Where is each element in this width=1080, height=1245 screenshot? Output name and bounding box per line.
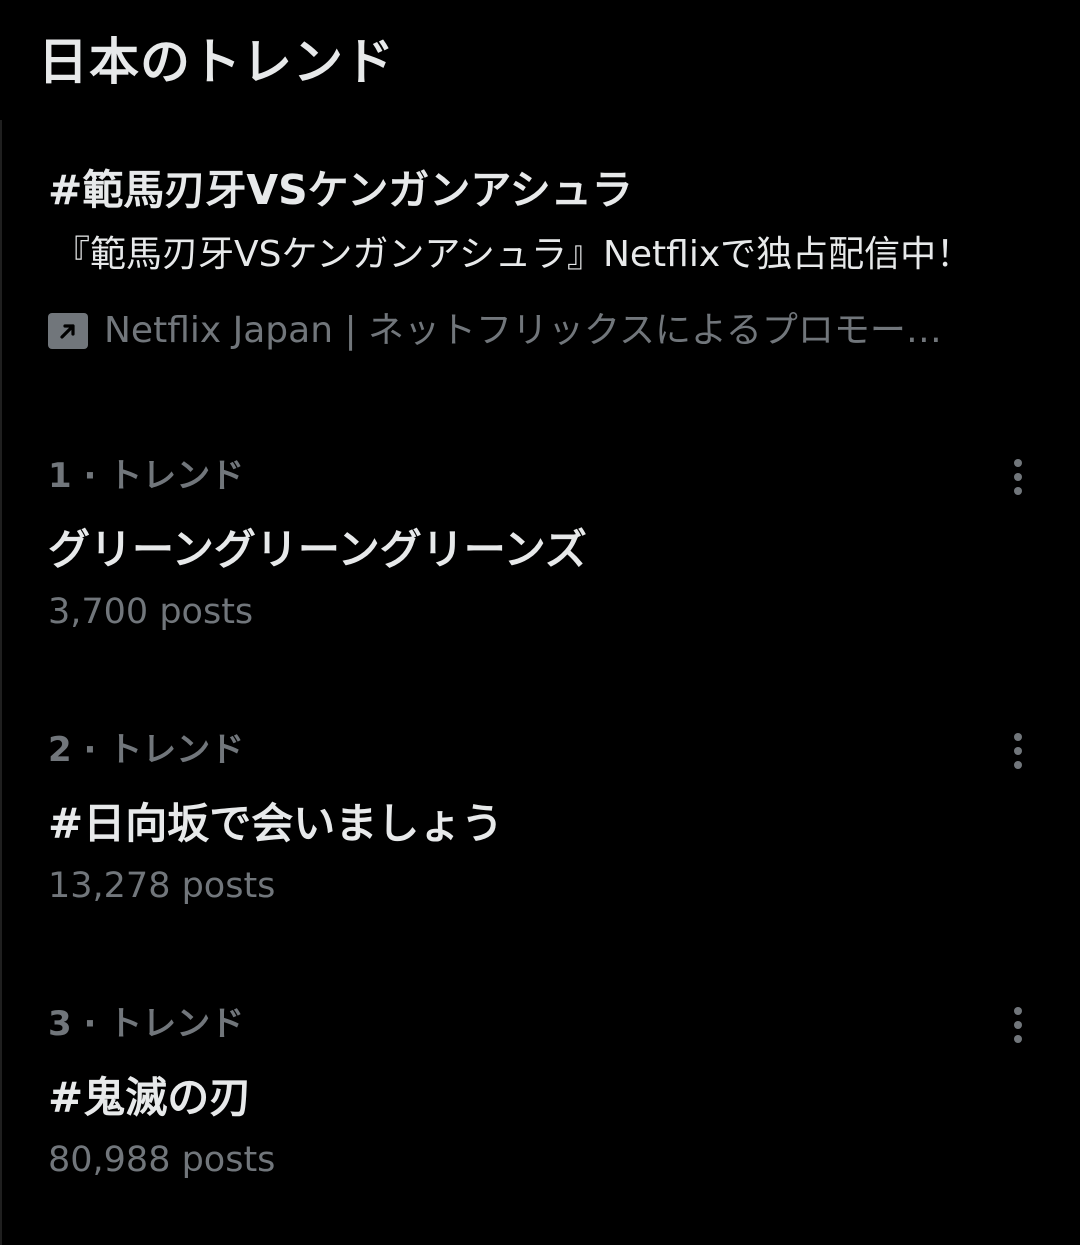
- more-options-button[interactable]: [996, 455, 1040, 499]
- more-vertical-icon: [1014, 733, 1022, 769]
- promoted-trend-title[interactable]: #範馬刃牙VSケンガンアシュラ: [48, 160, 1048, 220]
- trends-page: 日本のトレンド #範馬刃牙VSケンガンアシュラ 『範馬刃牙VSケンガンアシュラ』…: [0, 0, 1080, 1245]
- trend-post-count: 3,700 posts: [48, 592, 254, 632]
- more-options-button[interactable]: [996, 1003, 1040, 1047]
- promoted-by-line[interactable]: Netflix Japan | ネットフリックスによるプロモー…: [48, 306, 1018, 356]
- promoted-trend-description: 『範馬刃牙VSケンガンアシュラ』Netflixで独占配信中！: [54, 234, 973, 275]
- trend-post-count: 13,278 posts: [48, 866, 276, 906]
- trend-name[interactable]: グリーングリーングリーンズ: [48, 522, 1048, 578]
- trend-name[interactable]: #日向坂で会いましょう: [48, 796, 1048, 852]
- trend-name[interactable]: #鬼滅の刃: [48, 1070, 1048, 1126]
- trend-rank-label: 2 · トレンド: [48, 730, 245, 770]
- trend-post-count: 80,988 posts: [48, 1140, 276, 1180]
- trend-rank-label: 3 · トレンド: [48, 1004, 245, 1044]
- trend-item[interactable]: 2 · トレンド #日向坂で会いましょう 13,278 posts: [48, 726, 1048, 910]
- trend-item[interactable]: 1 · トレンド グリーングリーングリーンズ 3,700 posts: [48, 452, 1048, 636]
- more-vertical-icon: [1014, 459, 1022, 495]
- more-options-button[interactable]: [996, 729, 1040, 773]
- trend-item[interactable]: 3 · トレンド #鬼滅の刃 80,988 posts: [48, 1000, 1048, 1184]
- promoted-by-text: Netflix Japan | ネットフリックスによるプロモー…: [104, 310, 942, 351]
- panel-divider: [0, 120, 2, 1245]
- more-vertical-icon: [1014, 1007, 1022, 1043]
- page-title: 日本のトレンド: [38, 33, 395, 91]
- promoted-trend[interactable]: #範馬刃牙VSケンガンアシュラ 『範馬刃牙VSケンガンアシュラ』Netflixで…: [48, 160, 1048, 356]
- trend-rank-label: 1 · トレンド: [48, 456, 245, 496]
- promoted-arrow-icon: [48, 313, 88, 349]
